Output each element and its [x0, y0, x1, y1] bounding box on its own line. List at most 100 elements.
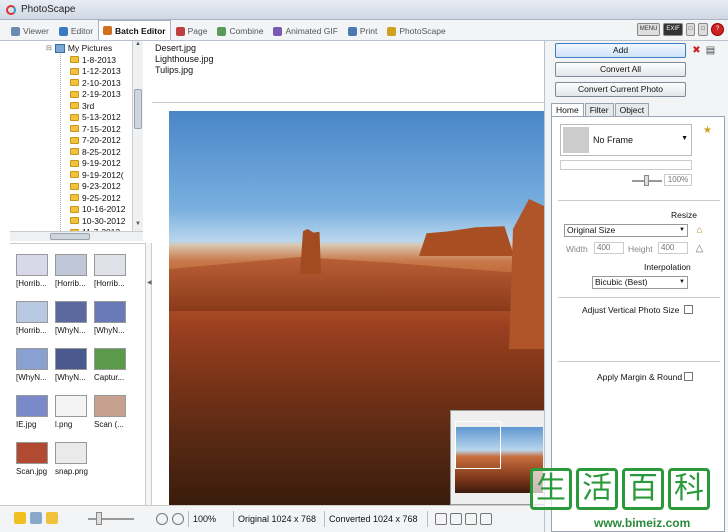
thumbnail-item[interactable]: Captur... [88, 338, 128, 386]
aspect-icon[interactable]: △ [694, 243, 705, 254]
exif-button[interactable]: EXIF [663, 23, 683, 36]
file-item[interactable]: Desert.jpg [155, 43, 544, 54]
batch-file-list[interactable]: Desert.jpg Lighthouse.jpg Tulips.jpg [152, 41, 544, 103]
chevron-down-icon: ▼ [681, 135, 688, 142]
splitter-arrow-icon[interactable]: ◀ [147, 279, 152, 286]
remove-icon[interactable]: ✖ [691, 45, 702, 56]
batch-settings-panel: Add ✖ ▤ Convert All Convert Current Phot… [544, 41, 728, 532]
pane-splitter[interactable]: ◀ [145, 243, 152, 505]
folder-tree[interactable]: ⊟ My Pictures 1-8-2013 1-12-2013 2-10-2013… [10, 41, 142, 231]
file-item[interactable]: Tulips.jpg [155, 65, 544, 76]
favorite-star-icon[interactable]: ★ [702, 125, 713, 136]
hscroll-thumb[interactable] [50, 233, 90, 240]
folder-item[interactable]: 2-19-2013 [70, 89, 125, 101]
tree-horizontal-scrollbar[interactable] [10, 231, 143, 241]
tab-print[interactable]: Print [343, 21, 382, 40]
refresh-icon[interactable] [30, 512, 42, 524]
folder-item[interactable]: 9-23-2012 [70, 181, 125, 193]
folder-item[interactable]: 1-8-2013 [70, 54, 125, 66]
thumbnail-item[interactable]: [Horrib... [49, 244, 89, 292]
thumbnail-size-slider[interactable] [88, 518, 134, 520]
scroll-up-arrow-icon[interactable]: ▲ [133, 41, 143, 51]
folder-item[interactable]: 7-15-2012 [70, 123, 125, 135]
frame-select[interactable]: No Frame ▼ [560, 124, 692, 156]
resize-mode-select[interactable]: Original Size ▼ [564, 224, 688, 237]
tree-root-my-pictures[interactable]: ⊟ My Pictures [46, 43, 112, 53]
open-folder-icon[interactable] [46, 512, 58, 524]
tab-animated-gif[interactable]: Animated GIF [268, 21, 342, 40]
watermark-url: www.bimeiz.com [594, 516, 691, 530]
apply-margin-checkbox[interactable] [684, 372, 693, 381]
interpolation-select[interactable]: Bicubic (Best) ▼ [592, 276, 688, 289]
thumbnail-item[interactable]: [WhyN... [49, 338, 89, 386]
tab-batch-editor[interactable]: Batch Editor [98, 20, 171, 40]
thumbnail-item[interactable]: snap.png [49, 432, 89, 480]
scroll-down-arrow-icon[interactable]: ▼ [133, 221, 143, 231]
frame-option-field[interactable] [560, 160, 692, 170]
folder-item[interactable]: 8-25-2012 [70, 146, 125, 158]
thumbnail-image [16, 301, 48, 323]
height-field[interactable]: 400 [658, 242, 688, 254]
folder-item[interactable]: 9-19-2012( [70, 169, 125, 181]
thumbnail-toolbar [0, 505, 152, 532]
flip-icon[interactable] [465, 513, 477, 525]
help-icon[interactable]: ? [711, 23, 724, 36]
folder-item[interactable]: 10-16-2012 [70, 204, 125, 216]
fit-icon[interactable] [480, 513, 492, 525]
folder-item[interactable]: 5-13-2012 [70, 112, 125, 124]
scroll-thumb[interactable] [134, 89, 142, 129]
convert-current-button[interactable]: Convert Current Photo [555, 82, 686, 97]
rotate-right-icon[interactable] [450, 513, 462, 525]
thumbnail-image [94, 254, 126, 276]
thumbnail-item[interactable]: l.png [49, 385, 89, 433]
adjust-vertical-checkbox[interactable] [684, 305, 693, 314]
thumbnail-item[interactable]: Scan.jpg [10, 432, 50, 480]
file-item[interactable]: Lighthouse.jpg [155, 54, 544, 65]
folder-item[interactable]: 7-20-2012 [70, 135, 125, 147]
thumbnail-item[interactable]: [Horrib... [88, 244, 128, 292]
folder-item[interactable]: 3rd [70, 100, 125, 112]
rotate-left-icon[interactable] [435, 513, 447, 525]
width-field[interactable]: 400 [594, 242, 624, 254]
navigator-viewport[interactable] [455, 421, 501, 469]
folder-item[interactable]: 9-19-2012 [70, 158, 125, 170]
tab-viewer[interactable]: Viewer [6, 21, 54, 40]
thumbnail-item[interactable]: [WhyN... [10, 338, 50, 386]
trash-icon[interactable]: ▤ [705, 45, 716, 56]
window-icon[interactable]: □ [698, 23, 708, 36]
thumbnail-item[interactable]: [Horrib... [10, 244, 50, 292]
collapse-icon[interactable]: ⊟ [46, 44, 52, 52]
tab-object[interactable]: Object [614, 103, 650, 117]
thumbnail-image [55, 395, 87, 417]
thumbnail-item[interactable]: Scan (... [88, 385, 128, 433]
folder-icon[interactable]: □ [685, 23, 696, 36]
folder-item[interactable]: 9-25-2012 [70, 192, 125, 204]
thumbnail-image [16, 254, 48, 276]
folder-item[interactable]: 10-30-2012 [70, 215, 125, 227]
star-icon[interactable] [14, 512, 26, 524]
frame-opacity-knob[interactable] [644, 175, 649, 186]
thumbnail-item[interactable]: [Horrib... [10, 291, 50, 339]
tab-home[interactable]: Home [551, 103, 584, 117]
lock-icon[interactable]: ⌂ [694, 225, 705, 236]
tab-page[interactable]: Page [171, 21, 213, 40]
tab-filter[interactable]: Filter [584, 103, 614, 117]
thumbnail-item[interactable]: [WhyN... [88, 291, 128, 339]
thumbnail-item[interactable]: [WhyN... [49, 291, 89, 339]
add-button[interactable]: Add [555, 43, 686, 58]
thumbnail-size-knob[interactable] [96, 512, 102, 525]
convert-all-button[interactable]: Convert All [555, 62, 686, 77]
tab-photoscape[interactable]: PhotoScape [382, 21, 450, 40]
menu-button[interactable]: MENU [636, 23, 661, 36]
watermark-char: 活 [576, 468, 618, 510]
tab-combine[interactable]: Combine [212, 21, 268, 40]
zoom-icon[interactable] [172, 513, 184, 525]
tree-vertical-scrollbar[interactable]: ▲ ▼ [132, 41, 143, 231]
folder-item[interactable]: 1-12-2013 [70, 66, 125, 78]
watermark-char: 生 [530, 468, 572, 510]
thumbnail-item[interactable]: IE.jpg [10, 385, 50, 433]
tab-editor[interactable]: Editor [54, 21, 98, 40]
folder-icon [70, 102, 79, 110]
zoom-fit-icon[interactable] [156, 513, 168, 525]
folder-item[interactable]: 2-10-2013 [70, 77, 125, 89]
